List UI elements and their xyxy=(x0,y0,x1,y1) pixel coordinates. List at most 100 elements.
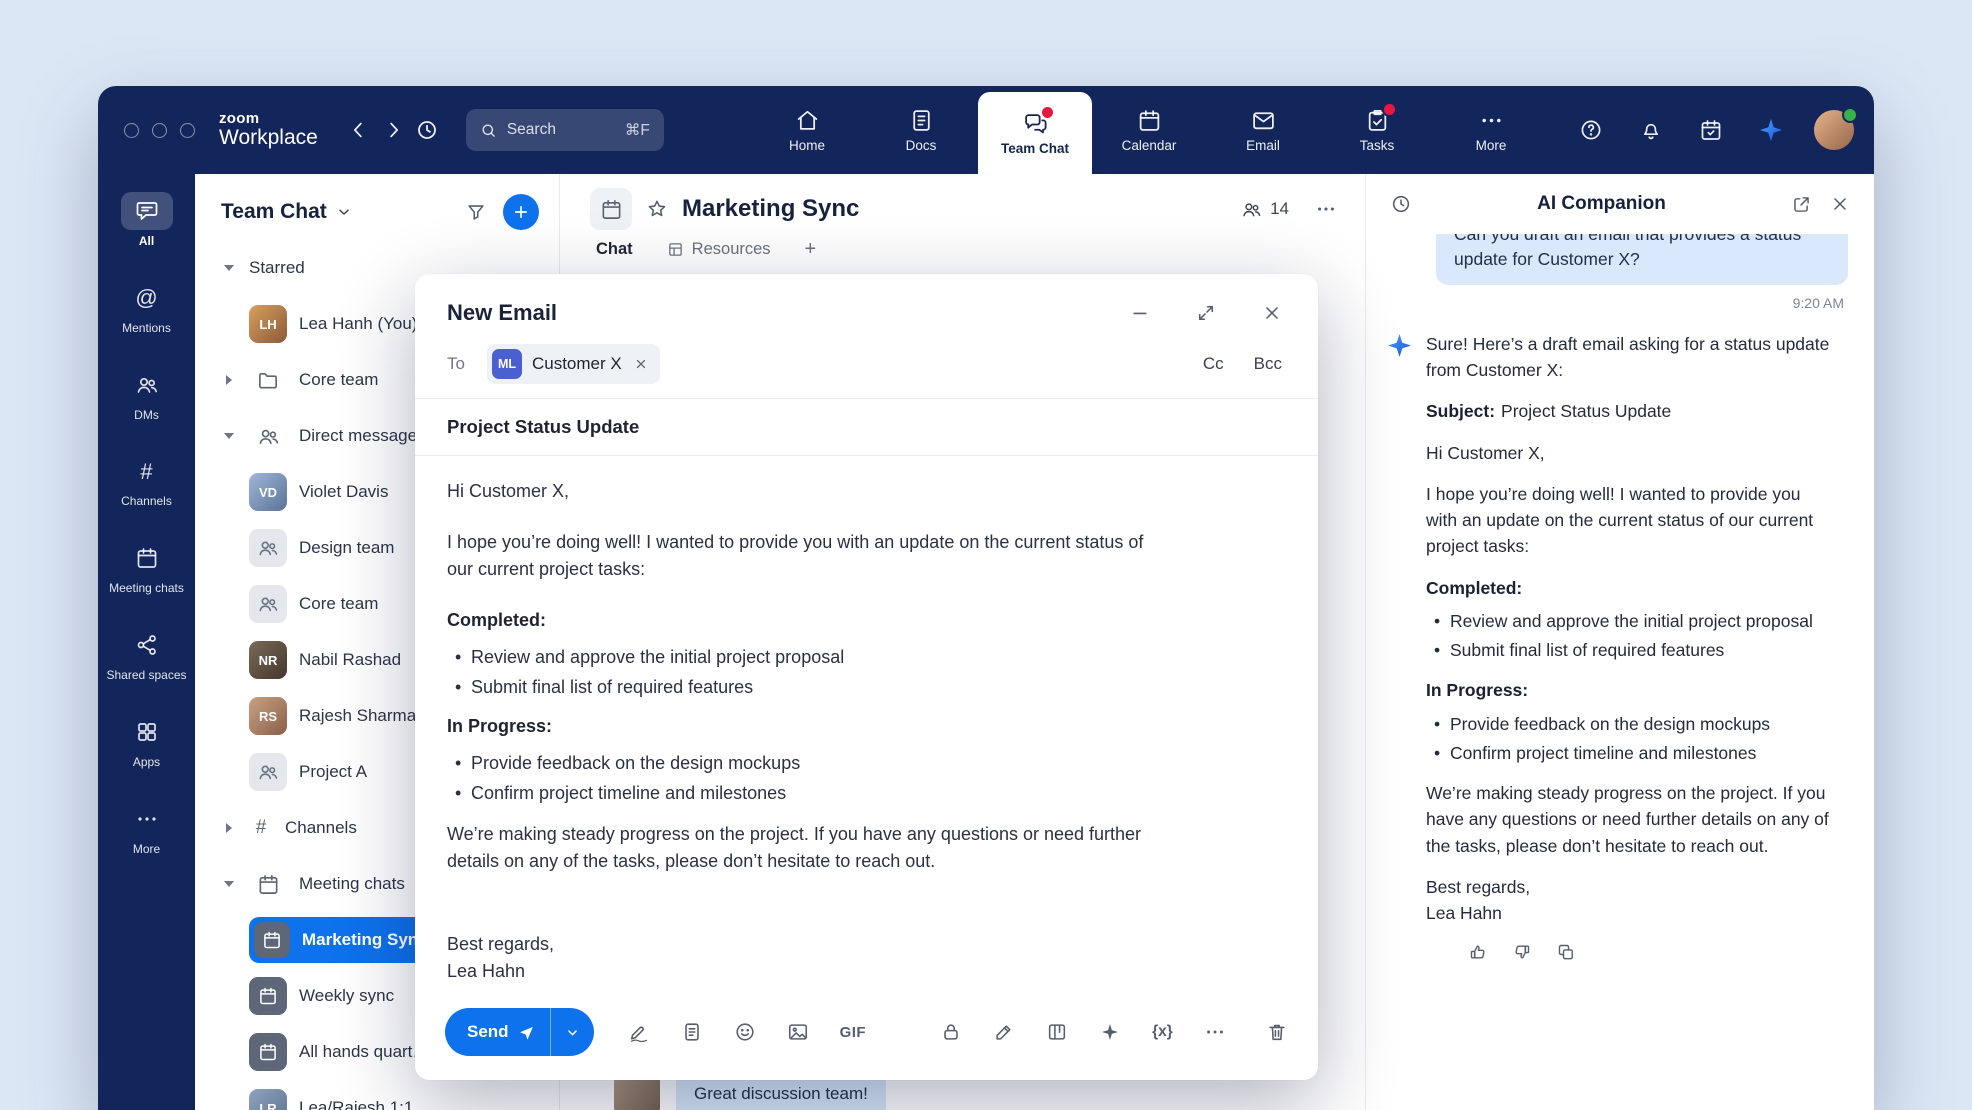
send-button[interactable]: Send xyxy=(445,1022,550,1042)
nav-more[interactable]: More xyxy=(1434,86,1548,174)
rail-item-apps[interactable]: Apps xyxy=(98,713,195,770)
nav-team-chat[interactable]: Team Chat xyxy=(978,92,1092,174)
email-greeting: Hi Customer X, xyxy=(1426,440,1834,466)
nav-email[interactable]: Email xyxy=(1206,86,1320,174)
history-button[interactable] xyxy=(410,113,444,147)
layout-button[interactable] xyxy=(1046,1021,1068,1043)
bcc-button[interactable]: Bcc xyxy=(1254,354,1282,374)
rail-item-meeting-chats[interactable]: Meeting chats xyxy=(98,539,195,596)
tab-chat[interactable]: Chat xyxy=(596,240,633,259)
rail-item-channels[interactable]: # Channels xyxy=(98,452,195,509)
collapse-icon[interactable] xyxy=(221,433,237,439)
collapse-icon[interactable] xyxy=(221,265,237,271)
emoji-icon xyxy=(734,1021,756,1043)
nav-label: Tasks xyxy=(1360,138,1395,153)
rail-label: Channels xyxy=(121,495,172,509)
more-options-button[interactable] xyxy=(1315,198,1337,220)
discard-draft-button[interactable] xyxy=(1266,1021,1288,1043)
thumbs-up-button[interactable] xyxy=(1468,942,1488,962)
rail-item-all[interactable]: All xyxy=(98,192,195,249)
close-modal-button[interactable] xyxy=(1262,303,1282,323)
add-tab-button[interactable]: + xyxy=(805,238,817,261)
thumbs-down-button[interactable] xyxy=(1512,942,1532,962)
encrypt-button[interactable] xyxy=(940,1021,962,1043)
back-button[interactable] xyxy=(342,113,376,147)
ai-subject-line: Subject: Project Status Update xyxy=(1426,398,1834,424)
nav-docs[interactable]: Docs xyxy=(864,86,978,174)
signoff: Best regards, xyxy=(447,931,1159,958)
item-label: Weekly sync xyxy=(299,986,394,1006)
conversation-history-button[interactable] xyxy=(1390,193,1412,215)
forward-button[interactable] xyxy=(376,113,410,147)
recipient-chip[interactable]: ML Customer X xyxy=(487,344,660,384)
members-button[interactable]: 14 xyxy=(1241,199,1289,220)
subject-field[interactable]: Project Status Update xyxy=(415,399,1318,455)
sidebar-title: Team Chat xyxy=(221,200,327,224)
recipients-row: To ML Customer X Cc Bcc xyxy=(415,342,1318,398)
rail-label: Shared spaces xyxy=(106,669,186,683)
nav-calendar[interactable]: Calendar xyxy=(1092,86,1206,174)
help-button[interactable] xyxy=(1574,113,1608,147)
ai-companion-button[interactable] xyxy=(1754,113,1788,147)
code-snippet-button[interactable]: {x} xyxy=(1152,1023,1173,1041)
signature-button[interactable] xyxy=(628,1021,650,1043)
notification-dot xyxy=(1384,104,1395,115)
response-feedback xyxy=(1468,942,1834,962)
insert-image-button[interactable] xyxy=(787,1021,809,1043)
tab-resources[interactable]: Resources xyxy=(667,240,771,259)
window-minimize-button[interactable] xyxy=(152,123,167,138)
team-avatar-icon xyxy=(249,529,287,567)
notifications-button[interactable] xyxy=(1634,113,1668,147)
window-zoom-button[interactable] xyxy=(180,123,195,138)
search-shortcut: ⌘F xyxy=(625,121,650,140)
subject-value: Project Status Update xyxy=(1501,401,1671,421)
ai-response: Sure! Here’s a draft email asking for a … xyxy=(1386,331,1848,963)
copy-button[interactable] xyxy=(1556,942,1576,962)
send-plane-icon xyxy=(518,1024,535,1041)
subject-label: Subject: xyxy=(1426,401,1495,421)
nav-tasks[interactable]: Tasks xyxy=(1320,86,1434,174)
expand-icon[interactable] xyxy=(221,823,237,833)
rail-item-mentions[interactable]: @ Mentions xyxy=(98,279,195,336)
sidebar-title-dropdown[interactable]: Team Chat xyxy=(221,200,352,224)
nav-home[interactable]: Home xyxy=(750,86,864,174)
email-closing: We’re making steady progress on the proj… xyxy=(447,821,1159,875)
rail-item-shared-spaces[interactable]: Shared spaces xyxy=(98,626,195,683)
attach-file-button[interactable] xyxy=(681,1021,703,1043)
pop-out-button[interactable] xyxy=(1791,194,1812,215)
filter-button[interactable] xyxy=(465,201,487,223)
window-close-button[interactable] xyxy=(124,123,139,138)
new-chat-button[interactable] xyxy=(503,194,539,230)
email-body-editor[interactable]: Hi Customer X, I hope you’re doing well!… xyxy=(415,456,1195,992)
item-label: Core team xyxy=(299,370,378,390)
remove-recipient-button[interactable] xyxy=(634,357,648,371)
notification-dot xyxy=(1042,107,1053,118)
list-item: Submit final list of required features xyxy=(1426,637,1834,663)
list-item: Provide feedback on the design mockups xyxy=(447,750,1159,777)
expand-icon[interactable] xyxy=(221,375,237,385)
sidebar-item-lea-rajesh-1-1[interactable]: LR Lea/Rajesh 1:1 xyxy=(195,1080,559,1110)
item-label: Lea Hanh (You) xyxy=(299,314,417,334)
ai-compose-button[interactable] xyxy=(1099,1021,1121,1043)
more-tools-button[interactable] xyxy=(1204,1021,1226,1043)
rail-item-more[interactable]: More xyxy=(98,800,195,857)
gif-button[interactable]: GIF xyxy=(840,1024,867,1041)
image-icon xyxy=(787,1021,809,1043)
send-label: Send xyxy=(467,1022,509,1042)
cc-button[interactable]: Cc xyxy=(1203,354,1224,374)
search-input[interactable]: Search ⌘F xyxy=(466,109,664,151)
list-item: Review and approve the initial project p… xyxy=(1426,608,1834,634)
send-options-button[interactable] xyxy=(551,1024,594,1041)
expand-button[interactable] xyxy=(1196,303,1216,323)
minimize-button[interactable] xyxy=(1130,303,1150,323)
edit-button[interactable] xyxy=(993,1021,1015,1043)
nav-label: Docs xyxy=(906,138,937,153)
calendar-events-button[interactable] xyxy=(1694,113,1728,147)
emoji-button[interactable] xyxy=(734,1021,756,1043)
close-panel-button[interactable] xyxy=(1830,194,1850,214)
collapse-icon[interactable] xyxy=(221,881,237,887)
user-avatar[interactable] xyxy=(1814,110,1854,150)
in-progress-heading: In Progress: xyxy=(1426,677,1834,703)
rail-item-dms[interactable]: DMs xyxy=(98,366,195,423)
star-button[interactable] xyxy=(646,198,668,220)
